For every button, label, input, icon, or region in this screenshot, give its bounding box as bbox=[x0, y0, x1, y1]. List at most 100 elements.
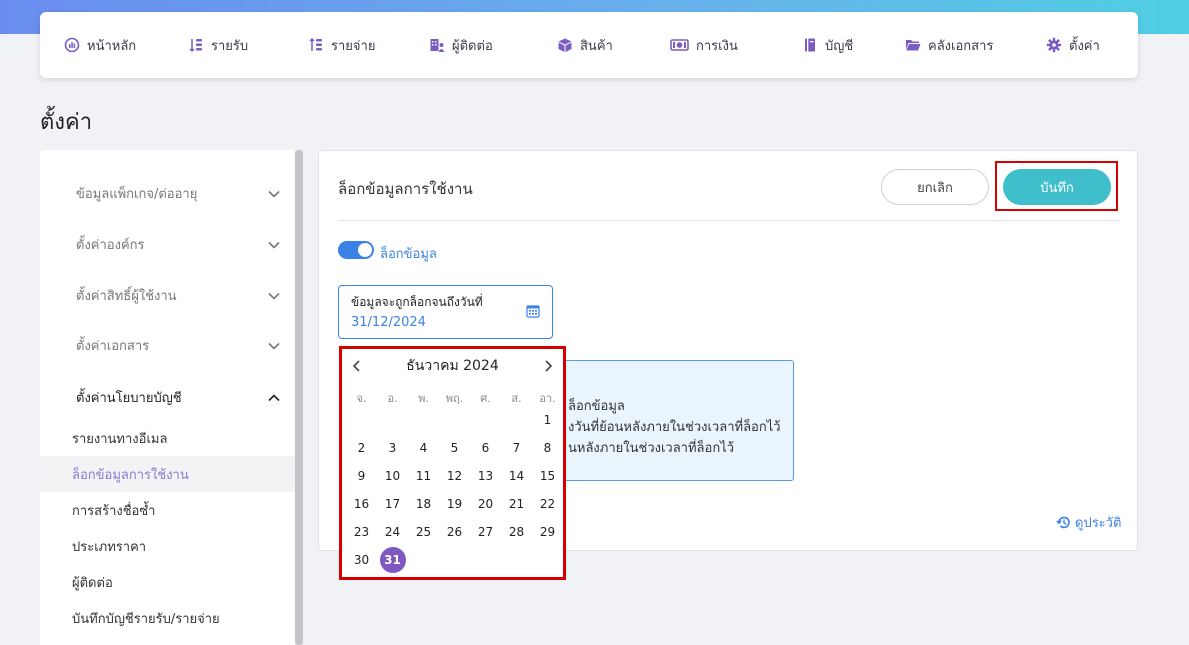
sidebar-item-price-types[interactable]: ประเภทราคา bbox=[40, 528, 295, 564]
nav-label: ผู้ติดต่อ bbox=[452, 38, 493, 54]
sidebar-item-label: ประเภทราคา bbox=[72, 539, 147, 555]
next-month-icon[interactable] bbox=[541, 359, 555, 373]
chevron-up-icon bbox=[267, 391, 281, 405]
calendar-day[interactable]: 21 bbox=[504, 491, 530, 517]
nav-label: หน้าหลัก bbox=[87, 38, 137, 54]
weekday-label: พฤ. bbox=[445, 392, 464, 405]
box-icon bbox=[557, 37, 573, 53]
calendar-day[interactable]: 11 bbox=[411, 463, 437, 489]
calendar-day[interactable]: 25 bbox=[411, 519, 437, 545]
nav-item-documents[interactable]: คลังเอกสาร bbox=[905, 35, 1046, 56]
sidebar-section-accounting-policy[interactable]: ตั้งค่านโยบายบัญชี bbox=[76, 387, 281, 408]
income-icon bbox=[188, 37, 204, 53]
sidebar-item-contacts[interactable]: ผู้ติดต่อ bbox=[40, 564, 295, 600]
expense-icon bbox=[308, 37, 324, 53]
calendar-day[interactable]: 29 bbox=[535, 519, 561, 545]
sidebar-section-label: ข้อมูลแพ็กเกจ/ต่ออายุ bbox=[76, 187, 198, 202]
calendar-day[interactable]: 30 bbox=[349, 547, 375, 573]
calendar-day[interactable]: 27 bbox=[473, 519, 499, 545]
nav-item-products[interactable]: สินค้า bbox=[557, 35, 670, 56]
cancel-button[interactable]: ยกเลิก bbox=[881, 169, 989, 205]
view-history-link[interactable]: ดูประวัติ bbox=[1056, 512, 1121, 533]
sidebar-section-documents[interactable]: ตั้งค่าเอกสาร bbox=[76, 335, 281, 356]
settings-sidebar: ข้อมูลแพ็กเกจ/ต่ออายุ ตั้งค่าองค์กร ตั้ง… bbox=[40, 150, 295, 645]
card-title: ล็อกข้อมูลการใช้งาน bbox=[338, 180, 473, 198]
calendar-day[interactable]: 7 bbox=[504, 435, 530, 461]
calendar-icon[interactable] bbox=[526, 304, 540, 318]
contacts-icon bbox=[429, 37, 445, 53]
weekday-label: อา. bbox=[539, 392, 556, 405]
sidebar-section-label: ตั้งค่าเอกสาร bbox=[76, 339, 150, 354]
calendar-day[interactable]: 8 bbox=[535, 435, 561, 461]
chevron-down-icon bbox=[267, 187, 281, 201]
calendar-day[interactable]: 5 bbox=[442, 435, 468, 461]
weekday-label: ส. bbox=[511, 392, 522, 405]
prev-month-icon[interactable] bbox=[350, 359, 364, 373]
lock-date-label: ข้อมูลจะถูกล็อกจนถึงวันที่ bbox=[351, 295, 483, 309]
calendar-day[interactable]: 18 bbox=[411, 491, 437, 517]
ledger-icon bbox=[802, 37, 818, 53]
sidebar-section-permissions[interactable]: ตั้งค่าสิทธิ์ผู้ใช้งาน bbox=[76, 285, 281, 306]
weekday-label: จ. bbox=[356, 392, 367, 405]
info-box: ล็อกข้อมูล งวันที่ย้อนหลังภายในช่วงเวลาท… bbox=[544, 360, 794, 481]
lock-data-toggle-label: ล็อกข้อมูล bbox=[380, 247, 437, 262]
calendar-day[interactable]: 12 bbox=[442, 463, 468, 489]
sidebar-section-label: ตั้งค่าสิทธิ์ผู้ใช้งาน bbox=[76, 289, 177, 304]
nav-item-settings[interactable]: ตั้งค่า bbox=[1046, 35, 1100, 56]
sidebar-section-package[interactable]: ข้อมูลแพ็กเกจ/ต่ออายุ bbox=[76, 183, 281, 204]
nav-label: รายจ่าย bbox=[331, 38, 376, 54]
lock-data-toggle[interactable] bbox=[338, 241, 374, 259]
calendar-day[interactable]: 3 bbox=[380, 435, 406, 461]
calendar-day[interactable]: 13 bbox=[473, 463, 499, 489]
top-nav: หน้าหลัก รายรับ รายจ่าย ผู้ติดต่อ สินค้า… bbox=[40, 12, 1138, 78]
calendar-day[interactable]: 24 bbox=[380, 519, 406, 545]
nav-item-income[interactable]: รายรับ bbox=[188, 35, 308, 56]
calendar-day[interactable]: 16 bbox=[349, 491, 375, 517]
sidebar-section-organization[interactable]: ตั้งค่าองค์กร bbox=[76, 234, 281, 255]
sidebar-item-duplicate-names[interactable]: การสร้างชื่อซ้ำ bbox=[40, 492, 295, 528]
calendar-day[interactable]: 15 bbox=[535, 463, 561, 489]
sidebar-item-label: การสร้างชื่อซ้ำ bbox=[72, 503, 156, 519]
weekday-label: พ. bbox=[418, 392, 429, 405]
sidebar-scrollbar[interactable] bbox=[295, 150, 303, 645]
sidebar-item-data-lock[interactable]: ล็อกข้อมูลการใช้งาน bbox=[40, 456, 295, 492]
lock-date-field[interactable]: ข้อมูลจะถูกล็อกจนถึงวันที่ 31/12/2024 bbox=[338, 285, 553, 339]
calendar-day-selected[interactable]: 31 bbox=[379, 547, 406, 573]
nav-label: ตั้งค่า bbox=[1069, 38, 1100, 54]
calendar-day[interactable]: 28 bbox=[504, 519, 530, 545]
weekday-label: ศ. bbox=[480, 392, 491, 405]
sidebar-item-label: ผู้ติดต่อ bbox=[72, 575, 113, 591]
chevron-down-icon bbox=[267, 238, 281, 252]
nav-label: คลังเอกสาร bbox=[928, 38, 994, 54]
calendar-day[interactable]: 19 bbox=[442, 491, 468, 517]
sidebar-item-income-expense-posting[interactable]: บันทึกบัญชีรายรับ/รายจ่าย bbox=[40, 600, 295, 636]
calendar-day[interactable]: 6 bbox=[473, 435, 499, 461]
calendar-day[interactable]: 26 bbox=[442, 519, 468, 545]
nav-item-home[interactable]: หน้าหลัก bbox=[64, 35, 188, 56]
scrollbar-thumb[interactable] bbox=[295, 150, 303, 645]
dashboard-icon bbox=[64, 37, 80, 53]
nav-item-finance[interactable]: การเงิน bbox=[670, 35, 802, 56]
sidebar-item-label: รายงานทางอีเมล bbox=[72, 431, 168, 447]
calendar-day[interactable]: 23 bbox=[349, 519, 375, 545]
calendar-day[interactable]: 1 bbox=[535, 407, 561, 433]
nav-item-accounting[interactable]: บัญชี bbox=[802, 35, 905, 56]
calendar-day[interactable]: 2 bbox=[349, 435, 375, 461]
calendar-day[interactable]: 20 bbox=[473, 491, 499, 517]
calendar-day[interactable]: 17 bbox=[380, 491, 406, 517]
sidebar-item-label: ล็อกข้อมูลการใช้งาน bbox=[72, 467, 189, 483]
sidebar-item-email-report[interactable]: รายงานทางอีเมล bbox=[40, 420, 295, 456]
month-label: ธันวาคม 2024 bbox=[406, 358, 499, 374]
lock-date-value: 31/12/2024 bbox=[351, 315, 426, 330]
calendar-day[interactable]: 10 bbox=[380, 463, 406, 489]
calendar-day[interactable]: 22 bbox=[535, 491, 561, 517]
calendar-day[interactable]: 4 bbox=[411, 435, 437, 461]
nav-item-expense[interactable]: รายจ่าย bbox=[308, 35, 429, 56]
save-button[interactable]: บันทึก bbox=[1003, 169, 1111, 205]
info-line: ล็อกข้อมูล bbox=[568, 399, 625, 414]
sidebar-section-label: ตั้งค่าองค์กร bbox=[76, 238, 145, 253]
nav-item-contacts[interactable]: ผู้ติดต่อ bbox=[429, 35, 557, 56]
calendar-day[interactable]: 14 bbox=[504, 463, 530, 489]
calendar-day[interactable]: 9 bbox=[349, 463, 375, 489]
divider bbox=[338, 220, 1119, 221]
